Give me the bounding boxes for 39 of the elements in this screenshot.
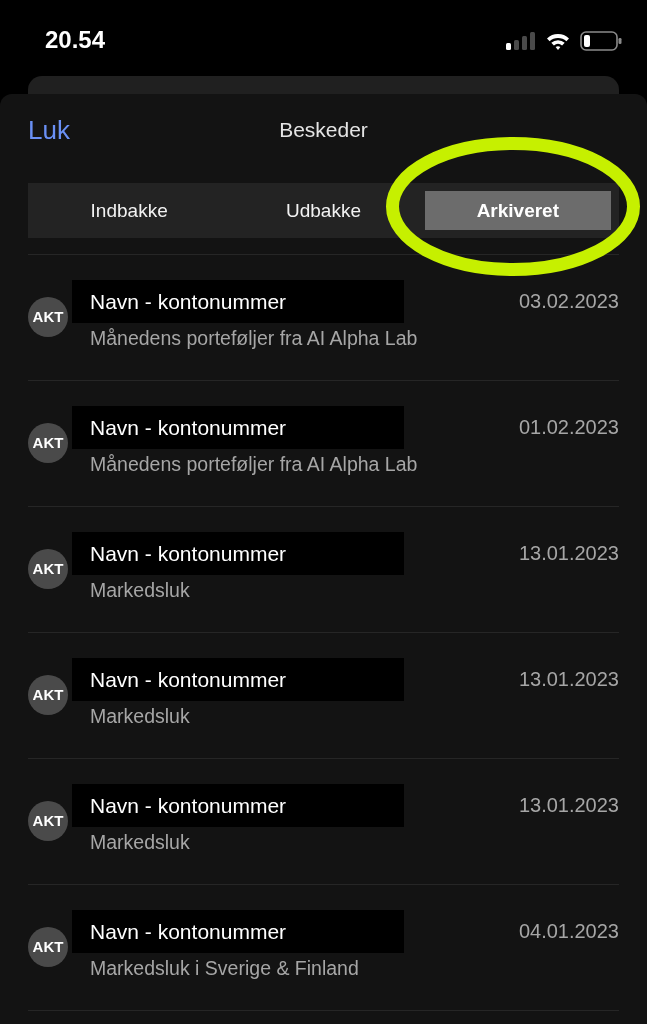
message-subject: Markedsluk	[90, 578, 191, 602]
message-date: 03.02.2023	[518, 289, 619, 313]
message-subject: Markedsluk	[90, 830, 191, 854]
avatar-badge: AKT	[28, 296, 68, 337]
status-time: 20.54	[45, 26, 106, 54]
message-subject: Månedens porteføljer fra AI Alpha Lab	[90, 452, 419, 476]
sender-name: Navn - kontonummer	[72, 280, 404, 323]
sender-name: Navn - kontonummer	[72, 406, 404, 449]
avatar-badge: AKT	[28, 674, 68, 715]
sender-name: Navn - kontonummer	[72, 910, 404, 953]
wifi-icon	[546, 32, 570, 50]
tab[interactable]: Arkiveret	[424, 191, 611, 230]
tab[interactable]: Udbakke	[230, 191, 417, 230]
message-row[interactable]: AKT Navn - kontonummer 03.02.2023 Månedens porteføljer fra AI Alpha Lab	[28, 255, 619, 381]
close-button[interactable]: Luk	[28, 114, 70, 146]
message-row[interactable]: AKT Navn - kontonummer 13.01.2023 Markedsluk	[28, 633, 619, 759]
sender-name: Navn - kontonummer	[72, 784, 404, 827]
message-date: 13.01.2023	[518, 667, 619, 691]
avatar-badge: AKT	[28, 926, 68, 967]
sender-name: Navn - kontonummer	[72, 658, 404, 701]
message-subject: Markedsluk i Sverige & Finland	[90, 956, 360, 980]
message-row[interactable]: AKT Navn - kontonummer 13.01.2023 Markedsluk	[28, 759, 619, 885]
avatar-badge: AKT	[28, 422, 68, 463]
message-date: 01.02.2023	[518, 415, 619, 439]
signal-icon	[506, 32, 536, 50]
sheet-title: Beskeder	[279, 118, 368, 142]
avatar-badge: AKT	[28, 548, 68, 589]
message-date: 04.01.2023	[518, 919, 619, 943]
tab[interactable]: Indbakke	[36, 191, 223, 230]
message-row[interactable]: AKT Navn - kontonummer 13.01.2023 Markedsluk	[28, 507, 619, 633]
battery-icon	[580, 31, 622, 51]
message-row[interactable]: AKT Navn - kontonummer 04.01.2023 Markedsluk i Sverige & Finland	[28, 885, 619, 1011]
message-row[interactable]: AKT Navn - kontonummer 01.02.2023 Månedens porteføljer fra AI Alpha Lab	[28, 381, 619, 507]
message-date: 13.01.2023	[518, 793, 619, 817]
message-subject: Månedens porteføljer fra AI Alpha Lab	[90, 326, 419, 350]
message-date: 13.01.2023	[518, 541, 619, 565]
avatar-badge: AKT	[28, 800, 68, 841]
message-subject: Markedsluk	[90, 704, 191, 728]
sender-name: Navn - kontonummer	[72, 532, 404, 575]
